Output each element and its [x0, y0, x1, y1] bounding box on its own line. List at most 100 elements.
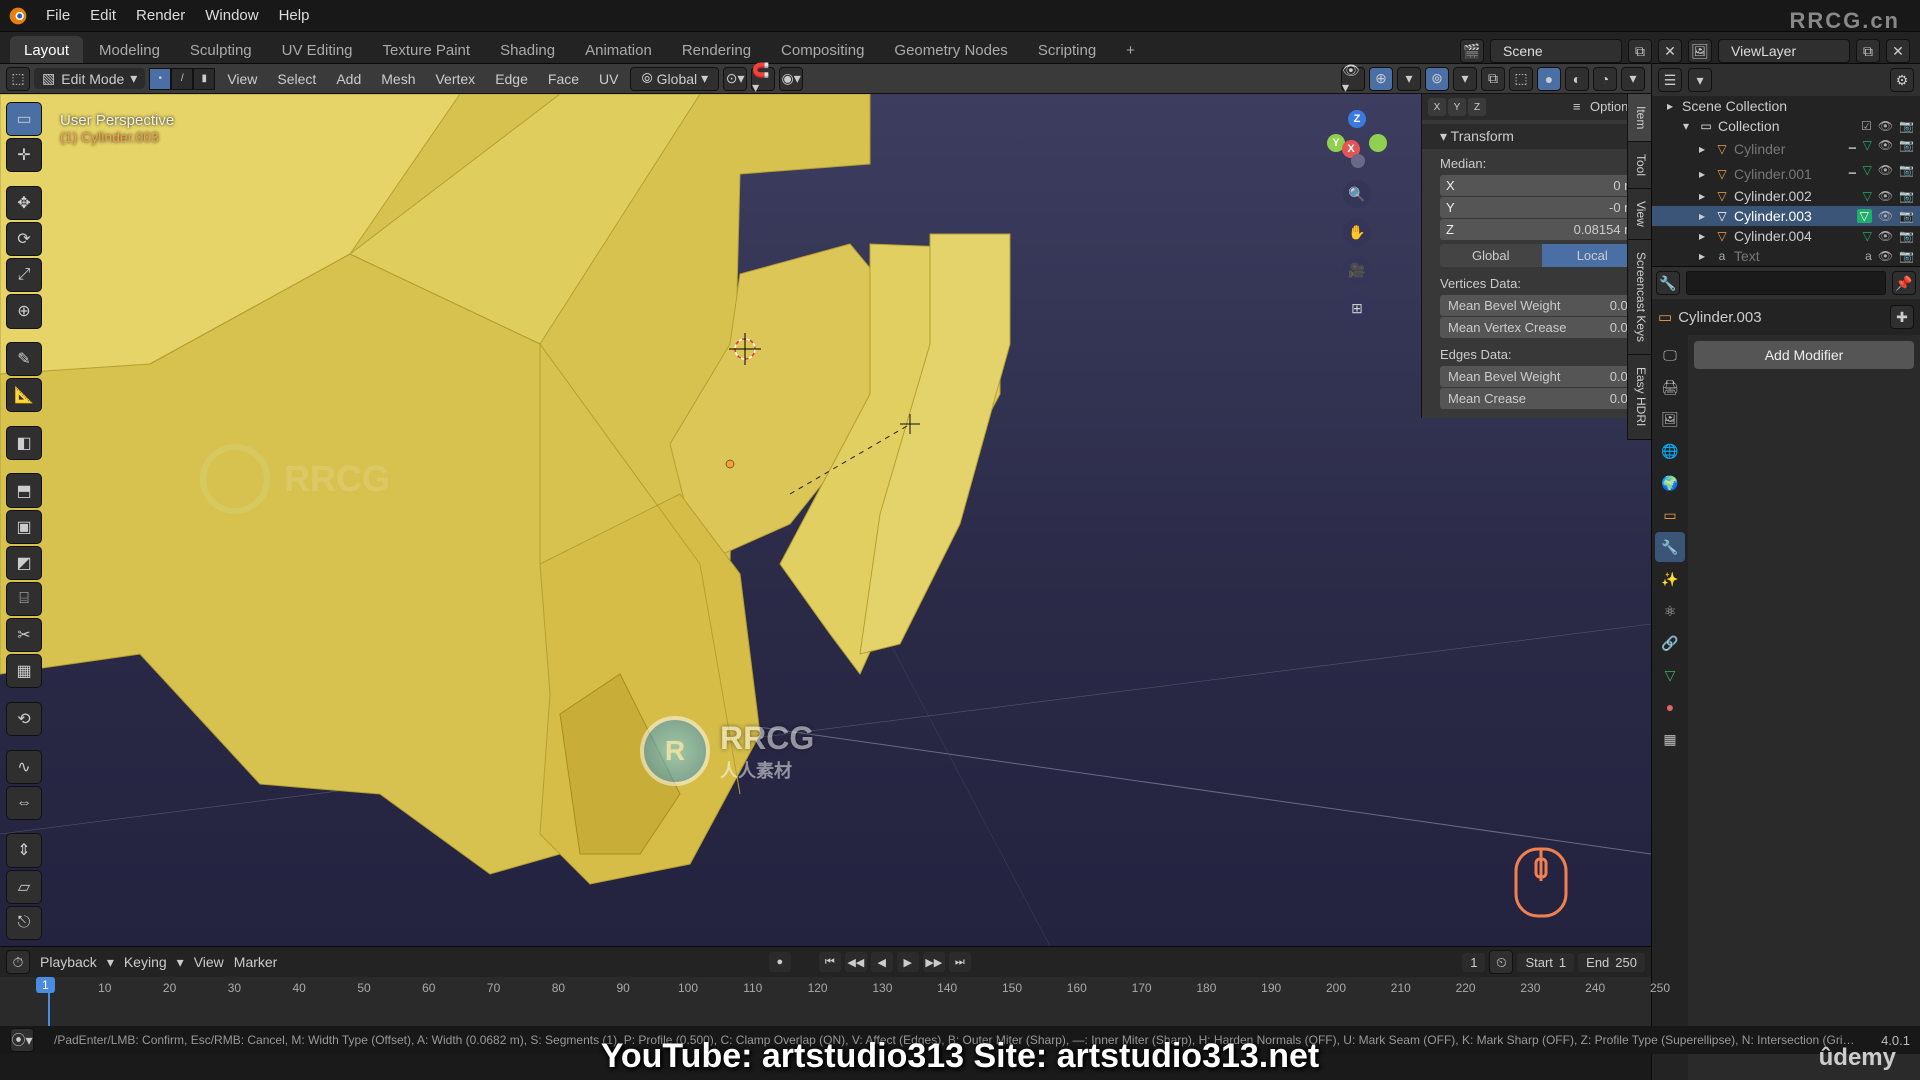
shading-dropdown-icon[interactable]: ▾	[1621, 67, 1645, 91]
tool-loopcut[interactable]: ⌸	[6, 582, 42, 616]
prop-tab-world[interactable]: 🌍	[1655, 468, 1685, 498]
n-tab-view[interactable]: View	[1627, 189, 1651, 240]
tool-add-cube[interactable]: ◧	[6, 426, 42, 460]
tab-sculpting[interactable]: Sculpting	[176, 36, 266, 63]
properties-search[interactable]	[1686, 271, 1886, 295]
gizmo-dropdown-icon[interactable]: ▾	[1397, 67, 1421, 91]
prop-tab-viewlayer[interactable]: 🖼	[1655, 404, 1685, 434]
timeline-menu-keying[interactable]: Keying	[124, 954, 167, 970]
frame-end[interactable]: End250	[1578, 953, 1645, 972]
mean-crease-field[interactable]: Mean Crease0.00	[1440, 388, 1643, 409]
mean-bevel-weight-field[interactable]: Mean Bevel Weight0.00	[1440, 295, 1643, 316]
tool-spin[interactable]: ⟲	[6, 702, 42, 736]
viewlayer-field[interactable]	[1718, 39, 1850, 63]
scene-delete-icon[interactable]: ✕	[1658, 39, 1682, 63]
tree-collection[interactable]: ▾ ▭ Collection ☑👁📷	[1652, 116, 1920, 136]
prop-tab-output[interactable]: 🖨	[1655, 372, 1685, 402]
prop-tab-constraints[interactable]: 🔗	[1655, 628, 1685, 658]
mean-vertex-crease-field[interactable]: Mean Vertex Crease0.00	[1440, 317, 1643, 338]
shading-rendered-icon[interactable]: ◔	[1593, 67, 1617, 91]
n-panel-lock-z[interactable]: Z	[1468, 98, 1486, 116]
tab-uv-editing[interactable]: UV Editing	[268, 36, 367, 63]
pivot-icon[interactable]: ⊙▾	[723, 67, 747, 91]
prev-key-icon[interactable]: ◀◀	[845, 952, 867, 972]
shading-matprev-icon[interactable]: ◐	[1565, 67, 1589, 91]
tree-item-cylinder-001[interactable]: ▸▽ Cylinder.001 🗕▽👁📷	[1652, 161, 1920, 186]
status-left-icon[interactable]: ⦿▾	[10, 1028, 34, 1052]
menu-render[interactable]: Render	[126, 7, 195, 24]
space-global[interactable]: Global	[1440, 244, 1542, 267]
editor-type-icon[interactable]: ⬚	[6, 67, 30, 91]
timeline-menu-marker[interactable]: Marker	[234, 954, 278, 970]
outliner-display-icon[interactable]: ▾	[1688, 68, 1712, 92]
prop-tab-texture[interactable]: ▦	[1655, 724, 1685, 754]
axis-z[interactable]: Z	[1348, 110, 1366, 128]
tool-extrude[interactable]: ⬒	[6, 473, 42, 507]
n-tab-screencast[interactable]: Screencast Keys	[1627, 240, 1651, 355]
tab-animation[interactable]: Animation	[571, 36, 666, 63]
outliner-search[interactable]	[1718, 70, 1805, 91]
tool-polybuild[interactable]: ▦	[6, 654, 42, 688]
tab-shading[interactable]: Shading	[486, 36, 569, 63]
prop-tab-modifiers[interactable]: 🔧	[1655, 532, 1685, 562]
camera-view-icon[interactable]: 🎥	[1343, 256, 1371, 284]
select-mode-edge[interactable]: /	[171, 68, 193, 90]
scene-new-icon[interactable]: ⧉	[1628, 39, 1652, 63]
orientation-selector[interactable]: ⦾ Global ▾	[630, 67, 719, 91]
tree-scene-collection[interactable]: ▸ Scene Collection	[1652, 96, 1920, 116]
n-tab-tool[interactable]: Tool	[1627, 142, 1651, 189]
prop-tab-mesh[interactable]: ▽	[1655, 660, 1685, 690]
frame-start[interactable]: Start1	[1517, 953, 1574, 972]
prop-tab-physics[interactable]: ⚛	[1655, 596, 1685, 626]
shading-wireframe-icon[interactable]: ⬚	[1509, 67, 1533, 91]
prop-tab-material[interactable]: ●	[1655, 692, 1685, 722]
outliner-type-icon[interactable]: ☰	[1658, 68, 1682, 92]
axis-z-neg[interactable]	[1351, 154, 1365, 168]
viewlayer-delete-icon[interactable]: ✕	[1886, 39, 1910, 63]
proportional-edit-icon[interactable]: ◉▾	[779, 67, 803, 91]
tool-smooth[interactable]: ∿	[6, 750, 42, 784]
n-tab-item[interactable]: Item	[1627, 94, 1651, 142]
viewlayer-new-icon[interactable]: ⧉	[1856, 39, 1880, 63]
tree-item-cylinder[interactable]: ▸▽ Cylinder 🗕▽👁📷	[1652, 136, 1920, 161]
tool-cursor[interactable]: ✛	[6, 138, 42, 172]
transform-section-title[interactable]: ▾ Transform	[1422, 124, 1651, 149]
tab-rendering[interactable]: Rendering	[668, 36, 765, 63]
tool-move[interactable]: ✥	[6, 186, 42, 220]
add-modifier-button[interactable]: Add Modifier	[1694, 341, 1914, 369]
properties-pin-icon[interactable]: 📌	[1892, 271, 1916, 295]
autokey-icon[interactable]: ●	[769, 952, 791, 972]
viewmenu-edge[interactable]: Edge	[487, 71, 536, 87]
timeline-menu-view[interactable]: View	[194, 954, 224, 970]
gizmo-toggle-icon[interactable]: ⊕	[1369, 67, 1393, 91]
prop-tab-render[interactable]: 🖵	[1655, 340, 1685, 370]
tool-shear[interactable]: ▱	[6, 870, 42, 904]
axis-gizmo[interactable]: Z Y X	[1327, 110, 1387, 170]
tool-select-box[interactable]: ▭	[6, 102, 42, 136]
pin-icon[interactable]: ✚	[1890, 305, 1914, 329]
viewmenu-add[interactable]: Add	[328, 71, 369, 87]
tree-item-cylinder-002[interactable]: ▸▽ Cylinder.002 ▽👁📷	[1652, 186, 1920, 206]
tab-geometry-nodes[interactable]: Geometry Nodes	[880, 36, 1021, 63]
scene-browse-icon[interactable]: 🎬	[1460, 39, 1484, 63]
shading-solid-icon[interactable]: ●	[1537, 67, 1561, 91]
tool-inset[interactable]: ▣	[6, 510, 42, 544]
prop-tab-particles[interactable]: ✨	[1655, 564, 1685, 594]
viewlayer-input[interactable]	[1729, 42, 1839, 60]
tool-transform[interactable]: ⊕	[6, 294, 42, 328]
mode-selector[interactable]: ▧ Edit Mode ▾	[34, 68, 145, 89]
tab-layout[interactable]: Layout	[10, 36, 83, 63]
mean-bevel-weight2-field[interactable]: Mean Bevel Weight0.00	[1440, 366, 1643, 387]
menu-file[interactable]: File	[36, 7, 80, 24]
select-mode-face[interactable]: ▮	[193, 68, 215, 90]
n-panel-lock-y[interactable]: Y	[1448, 98, 1466, 116]
next-key-icon[interactable]: ▶▶	[923, 952, 945, 972]
tab-add[interactable]: +	[1112, 36, 1149, 63]
tool-shrink-fatten[interactable]: ⇕	[6, 833, 42, 867]
timeline-ruler[interactable]: 1 10203040506070809010011012013014015016…	[0, 977, 1651, 1027]
jump-start-icon[interactable]: ⏮	[819, 952, 841, 972]
tool-knife[interactable]: ✂	[6, 618, 42, 652]
visibility-filter-icon[interactable]: 👁▾	[1341, 67, 1365, 91]
timeline-type-icon[interactable]: ⏱	[6, 950, 30, 974]
zoom-icon[interactable]: 🔍	[1343, 180, 1371, 208]
